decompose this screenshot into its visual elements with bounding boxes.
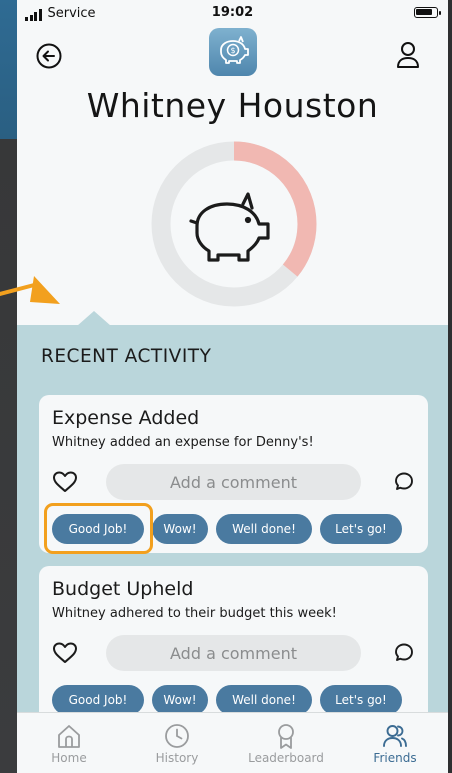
status-bar: Service 19:02 [17,0,448,30]
tab-label: Home [51,751,87,765]
activity-description: Whitney added an expense for Denny's! [52,435,314,450]
comment-input[interactable] [106,635,361,671]
activity-card: Budget Upheld Whitney adhered to their b… [39,566,428,726]
status-time: 19:02 [211,5,254,20]
highlight-box [44,503,153,554]
piggy-bank-icon [189,192,270,262]
like-button[interactable] [52,641,78,665]
tab-home[interactable]: Home [45,713,93,773]
speech-bubble-icon [395,472,413,490]
tab-label: Leaderboard [248,751,324,765]
phone-screen: Service 19:02 $ Whitney Houston RECENT A… [17,0,448,773]
reaction-wow-button[interactable]: Wow! [152,685,208,715]
friends-icon [383,725,407,747]
comment-button[interactable] [392,470,416,494]
svg-text:$: $ [230,46,235,55]
reaction-good-job-button[interactable]: Good Job! [52,685,144,715]
heart-icon [53,642,77,663]
app-logo: $ [209,28,257,76]
tab-label: History [155,751,199,765]
back-button[interactable] [35,42,63,70]
tab-friends[interactable]: Friends [367,713,423,773]
home-icon [58,725,80,748]
tab-label: Friends [373,751,417,765]
background-decoration [0,0,18,773]
back-arrow-icon [36,43,62,69]
reaction-wow-button[interactable]: Wow! [152,514,208,544]
reaction-well-done-button[interactable]: Well done! [216,685,312,715]
activity-description: Whitney adhered to their budget this wee… [52,606,337,621]
reaction-lets-go-button[interactable]: Let's go! [320,514,402,544]
like-button[interactable] [52,470,78,494]
clock-icon [165,724,189,748]
heart-icon [53,471,77,492]
tab-leaderboard[interactable]: Leaderboard [239,713,333,773]
page-title: Whitney Houston [86,86,379,125]
comment-input[interactable] [106,464,361,500]
user-icon [397,42,419,68]
piggy-bank-dollar-icon: $ [220,36,249,64]
speech-bubble-icon [395,643,413,661]
tab-history[interactable]: History [147,713,207,773]
annotation-arrow-icon [0,276,60,304]
recent-activity-heading: RECENT ACTIVITY [41,346,212,367]
award-ribbon-icon [278,724,294,749]
comment-button[interactable] [392,641,416,665]
panel-notch [77,311,111,326]
profile-button[interactable] [394,40,422,70]
battery-icon [414,7,441,18]
activity-title: Budget Upheld [52,578,194,600]
reaction-lets-go-button[interactable]: Let's go! [320,685,402,715]
tab-bar: Home History Leaderboard Friends [17,712,448,773]
activity-title: Expense Added [52,407,200,429]
reaction-well-done-button[interactable]: Well done! [216,514,312,544]
budget-progress-ring [151,141,317,307]
